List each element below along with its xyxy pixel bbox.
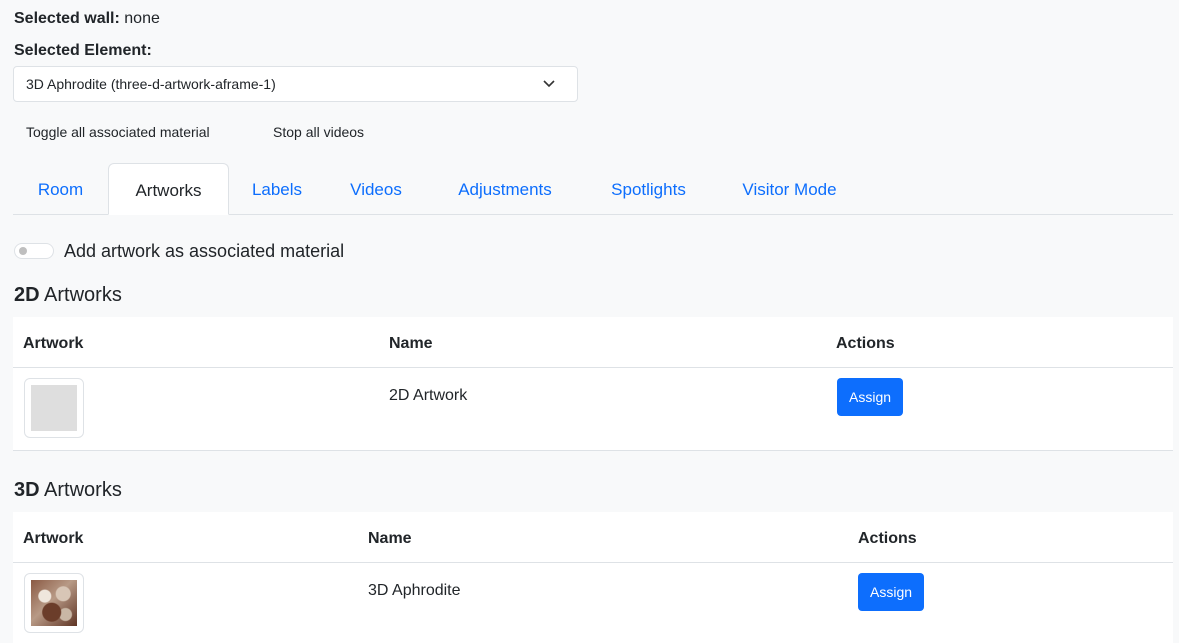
- tab-labels[interactable]: Labels: [234, 163, 320, 214]
- toggle-associated-material-button[interactable]: Toggle all associated material: [26, 124, 210, 140]
- table-3d-artworks: Artwork Name Actions 3D Aphrodite Assign: [13, 512, 1173, 643]
- header-name: Name: [389, 335, 433, 352]
- artwork-thumbnail: [24, 378, 84, 438]
- section-2d-bold: 2D: [14, 284, 40, 306]
- header-actions: Actions: [836, 335, 895, 352]
- tab-bar: Room Artworks Labels Videos Adjustments …: [13, 163, 1173, 215]
- artwork-name: 3D Aphrodite: [368, 582, 461, 599]
- tab-artworks[interactable]: Artworks: [108, 163, 229, 215]
- toggle-switch-icon[interactable]: [14, 243, 54, 259]
- section-3d-bold: 3D: [14, 479, 40, 501]
- table-2d-artworks: Artwork Name Actions 2D Artwork Assign: [13, 317, 1173, 451]
- selected-element-label: Selected Element:: [14, 42, 152, 59]
- section-title-3d: 3D Artworks: [14, 479, 122, 502]
- assign-button[interactable]: Assign: [858, 573, 925, 611]
- tab-room[interactable]: Room: [13, 163, 108, 214]
- section-title-2d: 2D Artworks: [14, 284, 122, 307]
- selected-element-value: 3D Aphrodite (three-d-artwork-aframe-1): [26, 76, 276, 92]
- selected-wall-value: none: [124, 10, 160, 27]
- header-name: Name: [368, 530, 412, 547]
- chevron-down-icon: [543, 67, 555, 114]
- stop-all-videos-button[interactable]: Stop all videos: [273, 124, 364, 140]
- section-2d-rest: Artworks: [39, 284, 122, 306]
- assign-button[interactable]: Assign: [837, 378, 904, 416]
- artwork-name: 2D Artwork: [389, 387, 468, 404]
- selected-wall-label: Selected wall:: [14, 10, 120, 27]
- tab-visitor-mode[interactable]: Visitor Mode: [722, 163, 857, 214]
- selected-element-select[interactable]: 3D Aphrodite (three-d-artwork-aframe-1): [13, 66, 578, 102]
- tab-adjustments[interactable]: Adjustments: [437, 163, 573, 214]
- header-artwork: Artwork: [23, 335, 84, 352]
- artwork-thumbnail: [24, 573, 84, 633]
- tab-videos[interactable]: Videos: [331, 163, 421, 214]
- associated-material-switch-label: Add artwork as associated material: [64, 241, 345, 261]
- header-actions: Actions: [858, 530, 917, 547]
- selected-wall-line: Selected wall: none: [14, 9, 160, 29]
- section-3d-rest: Artworks: [39, 479, 122, 501]
- header-artwork: Artwork: [23, 530, 84, 547]
- tab-spotlights[interactable]: Spotlights: [592, 163, 705, 214]
